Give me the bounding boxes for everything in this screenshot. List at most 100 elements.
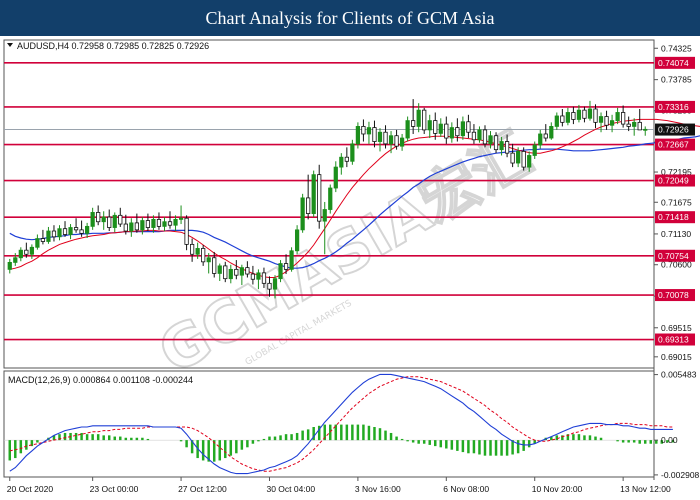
- candle-body: [13, 257, 18, 263]
- candle-body: [383, 131, 388, 145]
- candle-body: [289, 250, 294, 270]
- price-tick-label: 0.71675: [661, 197, 692, 207]
- candle-body: [217, 265, 222, 274]
- candle-body: [372, 127, 377, 142]
- price-panel-title: AUDUSD,H4 0.72958 0.72985 0.72825 0.7292…: [17, 41, 209, 51]
- candle-body: [643, 128, 648, 131]
- candle-body: [543, 133, 548, 139]
- candle-body: [516, 151, 521, 164]
- candle-body: [521, 151, 526, 168]
- candle-body: [604, 116, 609, 126]
- candle-body: [361, 126, 366, 135]
- candle-body: [317, 174, 322, 222]
- time-tick-label: 23 Oct 00:00: [90, 484, 139, 494]
- candle-body: [510, 152, 515, 164]
- candle-body: [433, 120, 438, 134]
- candle-body: [283, 263, 289, 270]
- level-tag-label: 0.73316: [658, 102, 689, 112]
- candle-body: [195, 248, 200, 255]
- candle-body: [306, 197, 311, 214]
- macd-axis: 0.005483 0.00 -0.002908: [654, 370, 700, 480]
- candle-body: [422, 109, 427, 131]
- candle-body: [576, 109, 582, 120]
- candle-body: [35, 238, 40, 248]
- candle-body: [51, 230, 57, 238]
- candle-body: [90, 212, 95, 227]
- macd-panel-title: MACD(12,26,9) 0.000864 0.001108 -0.00024…: [8, 375, 193, 385]
- candle-body: [632, 121, 637, 127]
- candle-body: [499, 141, 504, 151]
- candle-body: [460, 121, 465, 137]
- candle-body: [68, 227, 73, 235]
- candle-body: [57, 228, 62, 238]
- candle-body: [24, 249, 29, 255]
- candle-body: [377, 131, 383, 142]
- candle-body: [184, 217, 189, 245]
- candle-body: [328, 187, 333, 210]
- candle-body: [107, 216, 112, 228]
- candle-body: [560, 115, 565, 123]
- price-tick-label: 0.73785: [661, 75, 692, 85]
- price-axis: 0.743250.737850.732500.727100.721950.716…: [654, 43, 692, 362]
- candle-body: [538, 133, 543, 146]
- candle-body: [405, 120, 410, 139]
- candle-body: [151, 218, 156, 228]
- macd-tick-label: -0.002908: [661, 470, 700, 480]
- candle-body: [504, 141, 510, 154]
- macd-tick-label: 0.005483: [661, 370, 697, 380]
- candle-body: [344, 156, 349, 162]
- candle-body: [162, 221, 167, 227]
- candle-body: [532, 144, 537, 156]
- candle-body: [416, 109, 421, 127]
- candle-body: [40, 238, 46, 242]
- candle-body: [488, 135, 493, 145]
- candle-body: [493, 135, 499, 151]
- candle-body: [339, 156, 344, 168]
- time-tick-label: 3 Nov 16:00: [355, 484, 401, 494]
- candle-body: [626, 123, 631, 127]
- level-tag-label: 0.70078: [658, 290, 689, 300]
- candle-body: [145, 220, 151, 228]
- macd-panel-frame: [3, 370, 655, 478]
- level-tag-label: 0.69313: [658, 335, 689, 345]
- level-tag-label: 0.70754: [658, 251, 689, 261]
- level-tag-label: 0.74074: [658, 58, 689, 68]
- candle-body: [593, 108, 598, 123]
- candle-body: [18, 249, 23, 259]
- candle-body: [394, 135, 399, 147]
- candle-body: [427, 120, 432, 131]
- candle-body: [212, 257, 217, 274]
- candle-body: [29, 246, 34, 255]
- candle-body: [250, 273, 256, 280]
- price-tick-label: 0.69515: [661, 323, 692, 333]
- candle-body: [239, 267, 244, 276]
- candle-body: [621, 112, 626, 125]
- candle-body: [190, 243, 195, 255]
- candle-body: [399, 137, 405, 147]
- candle-body: [554, 115, 559, 127]
- level-tag-label: 0.72667: [658, 140, 689, 150]
- candle-body: [549, 126, 554, 139]
- candle-body: [438, 123, 443, 134]
- candle-body: [582, 109, 587, 119]
- candle-body: [201, 248, 206, 263]
- candle-body: [477, 129, 482, 141]
- candle-body: [261, 272, 267, 284]
- candle-body: [101, 216, 106, 223]
- candle-body: [571, 112, 576, 120]
- candle-body: [46, 230, 51, 242]
- candle-body: [311, 174, 316, 214]
- price-tick-label: 0.74325: [661, 43, 692, 53]
- candle-body: [466, 121, 471, 133]
- price-tick-label: 0.71130: [661, 229, 691, 239]
- candle-body: [62, 228, 68, 235]
- candle-body: [206, 257, 211, 263]
- candle-body: [598, 116, 604, 123]
- candle-body: [272, 278, 278, 290]
- candle-body: [350, 143, 355, 162]
- candle-body: [178, 217, 184, 220]
- candle-body: [355, 126, 361, 145]
- candle-body: [140, 220, 145, 231]
- candle-body: [411, 120, 416, 127]
- candle-body: [444, 123, 449, 139]
